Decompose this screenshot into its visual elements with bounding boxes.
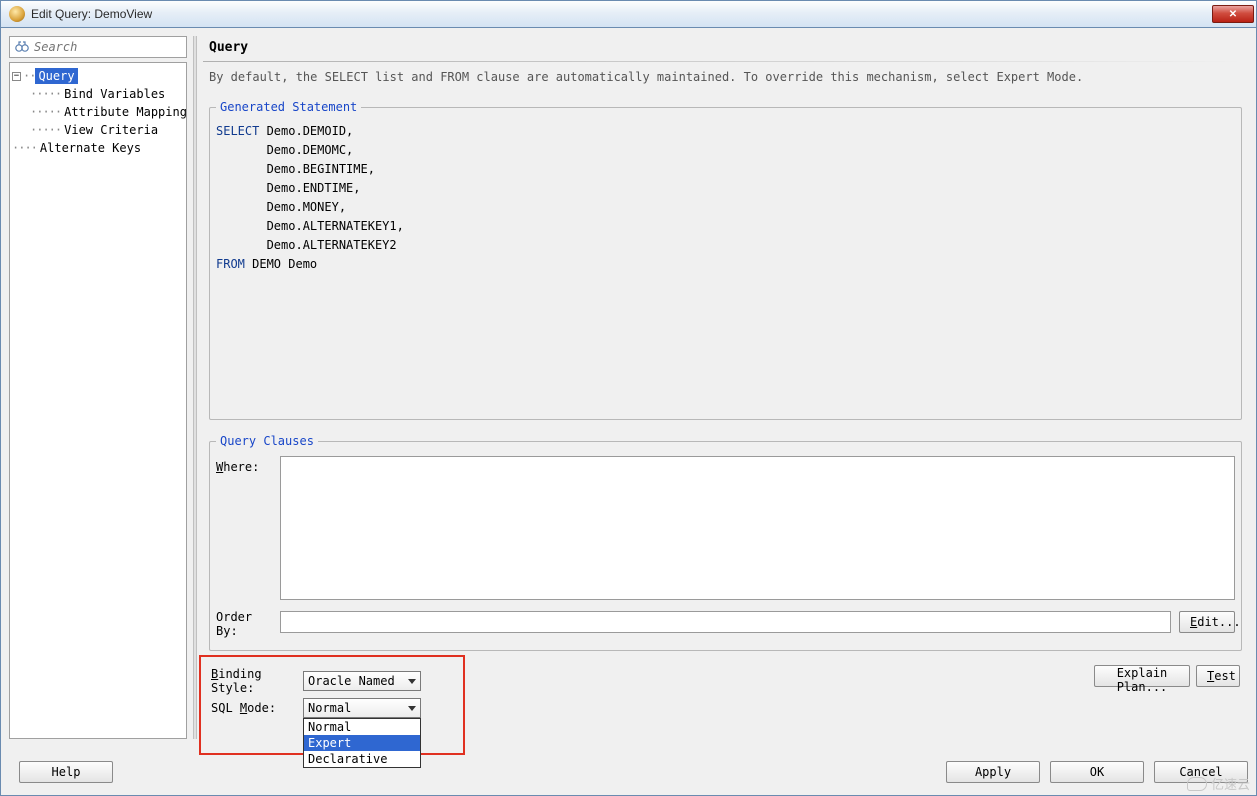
watermark-icon — [1187, 777, 1207, 791]
search-input[interactable] — [34, 40, 186, 54]
explain-plan-button[interactable]: Explain Plan... — [1094, 665, 1190, 687]
tree-node[interactable]: ·····View Criteria — [30, 121, 184, 139]
help-button[interactable]: Help — [19, 761, 113, 783]
where-input[interactable] — [280, 456, 1235, 600]
sql-mode-option[interactable]: Expert — [304, 735, 420, 751]
query-clauses-legend: Query Clauses — [216, 434, 318, 448]
binding-style-label: Binding Style: — [211, 667, 303, 695]
splitter[interactable] — [193, 36, 197, 739]
search-box[interactable] — [9, 36, 187, 58]
button-bar: Help Apply OK Cancel — [9, 757, 1248, 787]
sql-mode-option[interactable]: Normal — [304, 719, 420, 735]
sql-mode-option[interactable]: Declarative — [304, 751, 420, 767]
tree-node-query[interactable]: −··Query — [12, 67, 184, 85]
sql-mode-dropdown[interactable]: NormalExpertDeclarative — [303, 718, 421, 768]
page-description: By default, the SELECT list and FROM cla… — [203, 70, 1248, 96]
generated-statement-legend: Generated Statement — [216, 100, 361, 114]
generated-statement-group: Generated Statement SELECT Demo.DEMOID, … — [209, 100, 1242, 420]
tree-label-query[interactable]: Query — [35, 68, 77, 84]
binoculars-icon — [14, 39, 30, 55]
tree-node[interactable]: ·····Bind Variables — [30, 85, 184, 103]
nav-tree[interactable]: −··Query ·····Bind Variables ·····Attrib… — [9, 62, 187, 739]
tree-node-altkeys[interactable]: ····Alternate Keys — [12, 139, 184, 157]
watermark: 亿速云 — [1187, 774, 1250, 793]
tree-node[interactable]: ·····Attribute Mappings — [30, 103, 184, 121]
sql-mode-combo[interactable]: Normal — [303, 698, 421, 718]
edit-button[interactable]: Edit... — [1179, 611, 1235, 633]
close-button[interactable]: ✕ — [1212, 5, 1254, 23]
apply-button[interactable]: Apply — [946, 761, 1040, 783]
window-title: Edit Query: DemoView — [31, 7, 152, 21]
app-icon — [9, 6, 25, 22]
query-clauses-group: Query Clauses Where: Order By: Edit... — [209, 434, 1242, 651]
test-button[interactable]: Test — [1196, 665, 1240, 687]
sql-statement: SELECT Demo.DEMOID, Demo.DEMOMC, Demo.BE… — [216, 122, 1235, 274]
divider — [203, 61, 1248, 62]
orderby-label: Order By: — [216, 606, 280, 638]
binding-style-combo[interactable]: Oracle Named — [303, 671, 421, 691]
where-label: Where: — [216, 456, 280, 474]
orderby-input[interactable] — [280, 611, 1171, 633]
ok-button[interactable]: OK — [1050, 761, 1144, 783]
tree-toggle[interactable]: − — [12, 72, 21, 81]
sql-mode-label: SQL Mode: — [211, 701, 303, 715]
page-title: Query — [203, 36, 1248, 55]
title-bar: Edit Query: DemoView ✕ — [0, 0, 1257, 28]
